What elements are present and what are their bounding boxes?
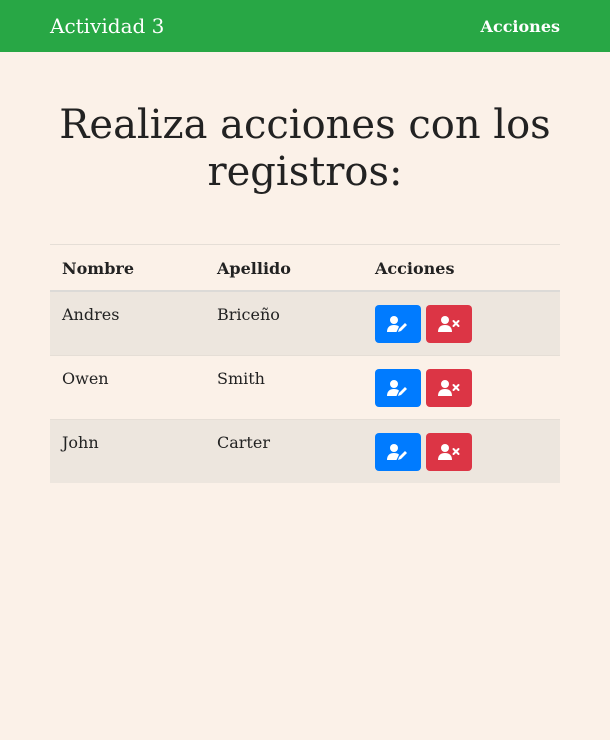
user-times-icon bbox=[438, 380, 460, 396]
user-edit-icon bbox=[387, 380, 407, 396]
table-header: Nombre Apellido Acciones bbox=[50, 244, 560, 292]
page-title: Realiza acciones con los registros: bbox=[59, 102, 551, 195]
delete-button[interactable] bbox=[426, 433, 472, 471]
user-edit-icon bbox=[387, 316, 407, 332]
edit-button[interactable] bbox=[375, 305, 421, 343]
delete-button[interactable] bbox=[426, 369, 472, 407]
user-edit-icon bbox=[387, 444, 407, 460]
table-row: Owen Smith bbox=[50, 355, 560, 420]
cell-apellido: Smith bbox=[205, 355, 363, 420]
cell-acciones bbox=[363, 355, 560, 420]
nav-link-acciones[interactable]: Acciones bbox=[481, 17, 560, 36]
cell-apellido: Briceño bbox=[205, 290, 363, 356]
header-apellido: Apellido bbox=[205, 244, 363, 292]
table-header-row: Nombre Apellido Acciones bbox=[50, 244, 560, 292]
cell-acciones bbox=[363, 290, 560, 356]
navbar-brand[interactable]: Actividad 3 bbox=[50, 14, 164, 38]
header-acciones: Acciones bbox=[363, 244, 560, 292]
header-nombre: Nombre bbox=[50, 244, 205, 292]
row-actions bbox=[375, 305, 548, 343]
cell-apellido: Carter bbox=[205, 419, 363, 483]
row-actions bbox=[375, 369, 548, 407]
table-row: Andres Briceño bbox=[50, 290, 560, 356]
cell-nombre: Andres bbox=[50, 290, 205, 356]
user-times-icon bbox=[438, 444, 460, 460]
edit-button[interactable] bbox=[375, 369, 421, 407]
user-times-icon bbox=[438, 316, 460, 332]
navbar: Actividad 3 Acciones bbox=[0, 0, 610, 52]
table-body: Andres Briceño Owen Smith John Carter bbox=[50, 290, 560, 483]
row-actions bbox=[375, 433, 548, 471]
cell-nombre: Owen bbox=[50, 355, 205, 420]
records-table: Nombre Apellido Acciones Andres Briceño bbox=[50, 244, 560, 483]
main-container: Realiza acciones con los registros: Nomb… bbox=[0, 102, 610, 483]
cell-acciones bbox=[363, 419, 560, 483]
cell-nombre: John bbox=[50, 419, 205, 483]
delete-button[interactable] bbox=[426, 305, 472, 343]
edit-button[interactable] bbox=[375, 433, 421, 471]
table-row: John Carter bbox=[50, 419, 560, 483]
